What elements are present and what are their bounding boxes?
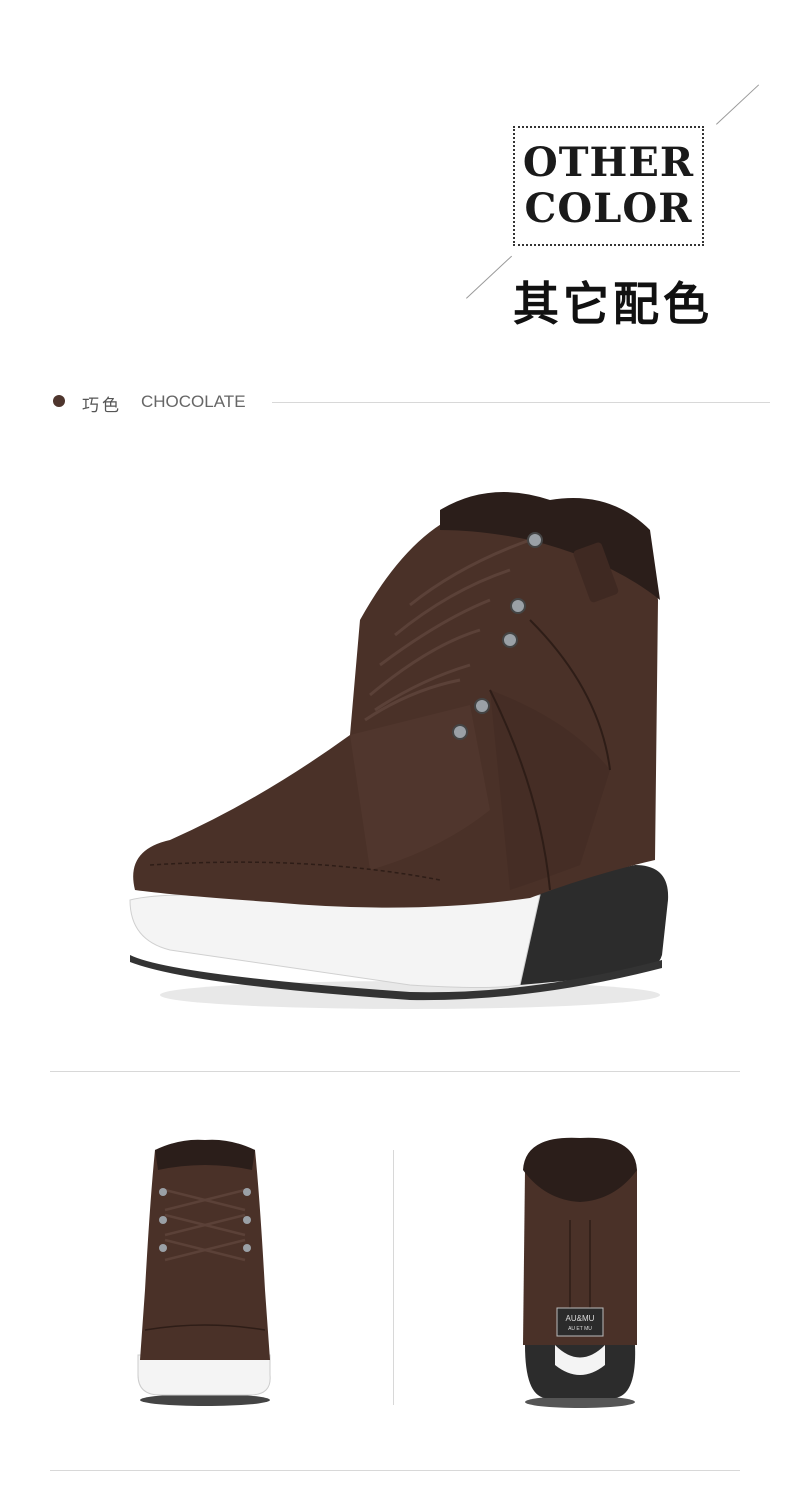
decor-diagonal-bottom — [466, 255, 513, 299]
boot-back-view-image — [515, 1130, 645, 1415]
brand-heel-tag: AU&MU AU ET MU — [557, 1310, 603, 1338]
color-swatch-dot — [53, 395, 65, 407]
title-other: OTHER — [522, 139, 695, 186]
decor-diagonal-top — [716, 84, 760, 125]
color-name-en: CHOCOLATE — [141, 392, 246, 411]
title-color: COLOR — [524, 185, 693, 232]
boot-front-view-image — [130, 1130, 280, 1415]
label-divider — [272, 402, 770, 403]
title-cn: 其它配色 — [513, 277, 713, 331]
other-color-title-box: OTHER COLOR — [513, 126, 704, 246]
boot-side-view-image — [110, 470, 690, 1030]
section-divider-2 — [50, 1470, 740, 1471]
brand-tag-name: AU&MU — [565, 1314, 595, 1323]
view-divider — [393, 1150, 394, 1405]
brand-tag-sub: AU ET MU — [568, 1326, 592, 1332]
section-divider-1 — [50, 1071, 740, 1072]
color-name-cn: 巧色 — [82, 396, 122, 416]
